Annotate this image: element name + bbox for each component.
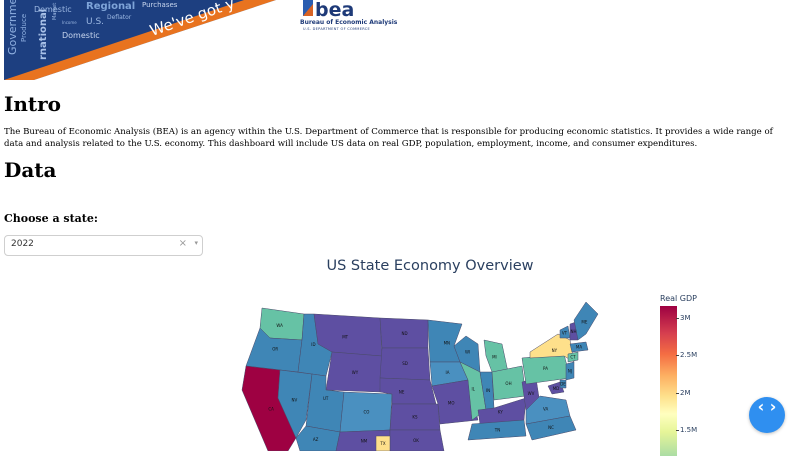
state-label: MT — [342, 334, 348, 339]
state-label: NE — [399, 390, 405, 395]
header-banner: Domestic Government Produce Regional Pur… — [0, 0, 800, 86]
clear-icon[interactable]: × — [179, 238, 187, 249]
state-label: VA — [543, 407, 548, 412]
banner-image: Domestic Government Produce Regional Pur… — [4, 0, 276, 80]
logo-agency-name: Bureau of Economic Analysis — [300, 19, 398, 26]
state-label: OH — [505, 381, 511, 386]
state-label: WY — [352, 370, 359, 375]
data-heading: Data — [4, 158, 57, 182]
intro-heading: Intro — [4, 92, 62, 116]
state-label: CA — [268, 407, 274, 412]
us-choropleth-map[interactable]: WA OR CA ID NV AZ MT WY UT CO NM ND SD NE KS OK TX MN IA MO… — [240, 300, 620, 451]
state-label: KS — [412, 415, 418, 420]
code-icon: ‹ › — [757, 397, 777, 416]
code-toggle-button[interactable]: ‹ › — [749, 397, 785, 433]
state-label: TX — [379, 441, 385, 446]
svg-text:rnational: rnational — [38, 9, 49, 60]
state-label: PA — [543, 366, 548, 371]
state-select-label: Choose a state: — [4, 212, 98, 225]
svg-text:bea: bea — [315, 0, 354, 20]
colorbar — [660, 306, 677, 456]
svg-text:Domestic: Domestic — [62, 31, 100, 40]
chevron-down-icon[interactable]: ▾ — [194, 239, 198, 247]
colorbar-tick: 2M — [676, 389, 691, 397]
state-label: AZ — [313, 437, 319, 442]
state-label: NY — [552, 348, 558, 353]
state-label: KY — [498, 410, 503, 415]
state-label: DE — [560, 382, 566, 387]
svg-text:Market: Market — [52, 3, 58, 20]
bea-logo-mark: bea — [303, 0, 354, 20]
state-label: WA — [276, 323, 283, 328]
state-label: NM — [361, 439, 368, 444]
state-label: CO — [364, 410, 370, 415]
colorbar-tick: 2.5M — [675, 351, 698, 359]
state-label: NV — [292, 398, 298, 403]
state-label: MA — [576, 345, 582, 350]
bea-logo: bea Bureau of Economic Analysis U.S. DEP… — [298, 0, 397, 34]
chart-title: US State Economy Overview — [326, 258, 534, 274]
state-label: MD — [553, 386, 560, 391]
state-label: IN — [486, 388, 490, 393]
colorbar-tick: 1.5M — [675, 426, 698, 434]
state-label: SD — [402, 361, 408, 366]
state-label: TN — [494, 428, 500, 433]
state-label: ME — [581, 320, 587, 325]
intro-paragraph: The Bureau of Economic Analysis (BEA) is… — [4, 127, 773, 149]
state-label: OR — [272, 346, 278, 351]
logo-department: U.S. DEPARTMENT OF COMMERCE — [303, 27, 371, 31]
state-label: ID — [311, 342, 315, 347]
state-label: ND — [401, 331, 407, 336]
svg-text:Purchases: Purchases — [142, 1, 178, 9]
state-label: MN — [444, 340, 450, 345]
state-label: IA — [446, 370, 450, 375]
state-label: CT — [570, 355, 576, 360]
state-label: MI — [492, 354, 497, 359]
svg-text:Produce: Produce — [20, 14, 28, 42]
state-label: VT — [562, 331, 568, 336]
state-label: NJ — [568, 369, 572, 374]
state-label: NC — [548, 425, 554, 430]
state-label: NH — [571, 329, 577, 334]
colorbar-title: Real GDP — [660, 294, 697, 303]
svg-text:Deflator: Deflator — [107, 14, 132, 21]
colorbar-tick: 3M — [676, 314, 691, 322]
svg-text:Regional: Regional — [86, 1, 135, 12]
state-label: WI — [465, 350, 470, 355]
state-dropdown[interactable]: 2022 × ▾ — [4, 235, 203, 256]
dropdown-selected-value: 2022 — [11, 239, 34, 249]
state-label: UT — [323, 396, 329, 401]
svg-text:Government: Government — [6, 0, 19, 55]
svg-text:U.S.: U.S. — [86, 17, 104, 27]
state-label: OK — [413, 438, 419, 443]
state-label: WV — [528, 391, 535, 396]
state-label: MO — [448, 400, 455, 405]
svg-text:Income: Income — [62, 20, 77, 25]
